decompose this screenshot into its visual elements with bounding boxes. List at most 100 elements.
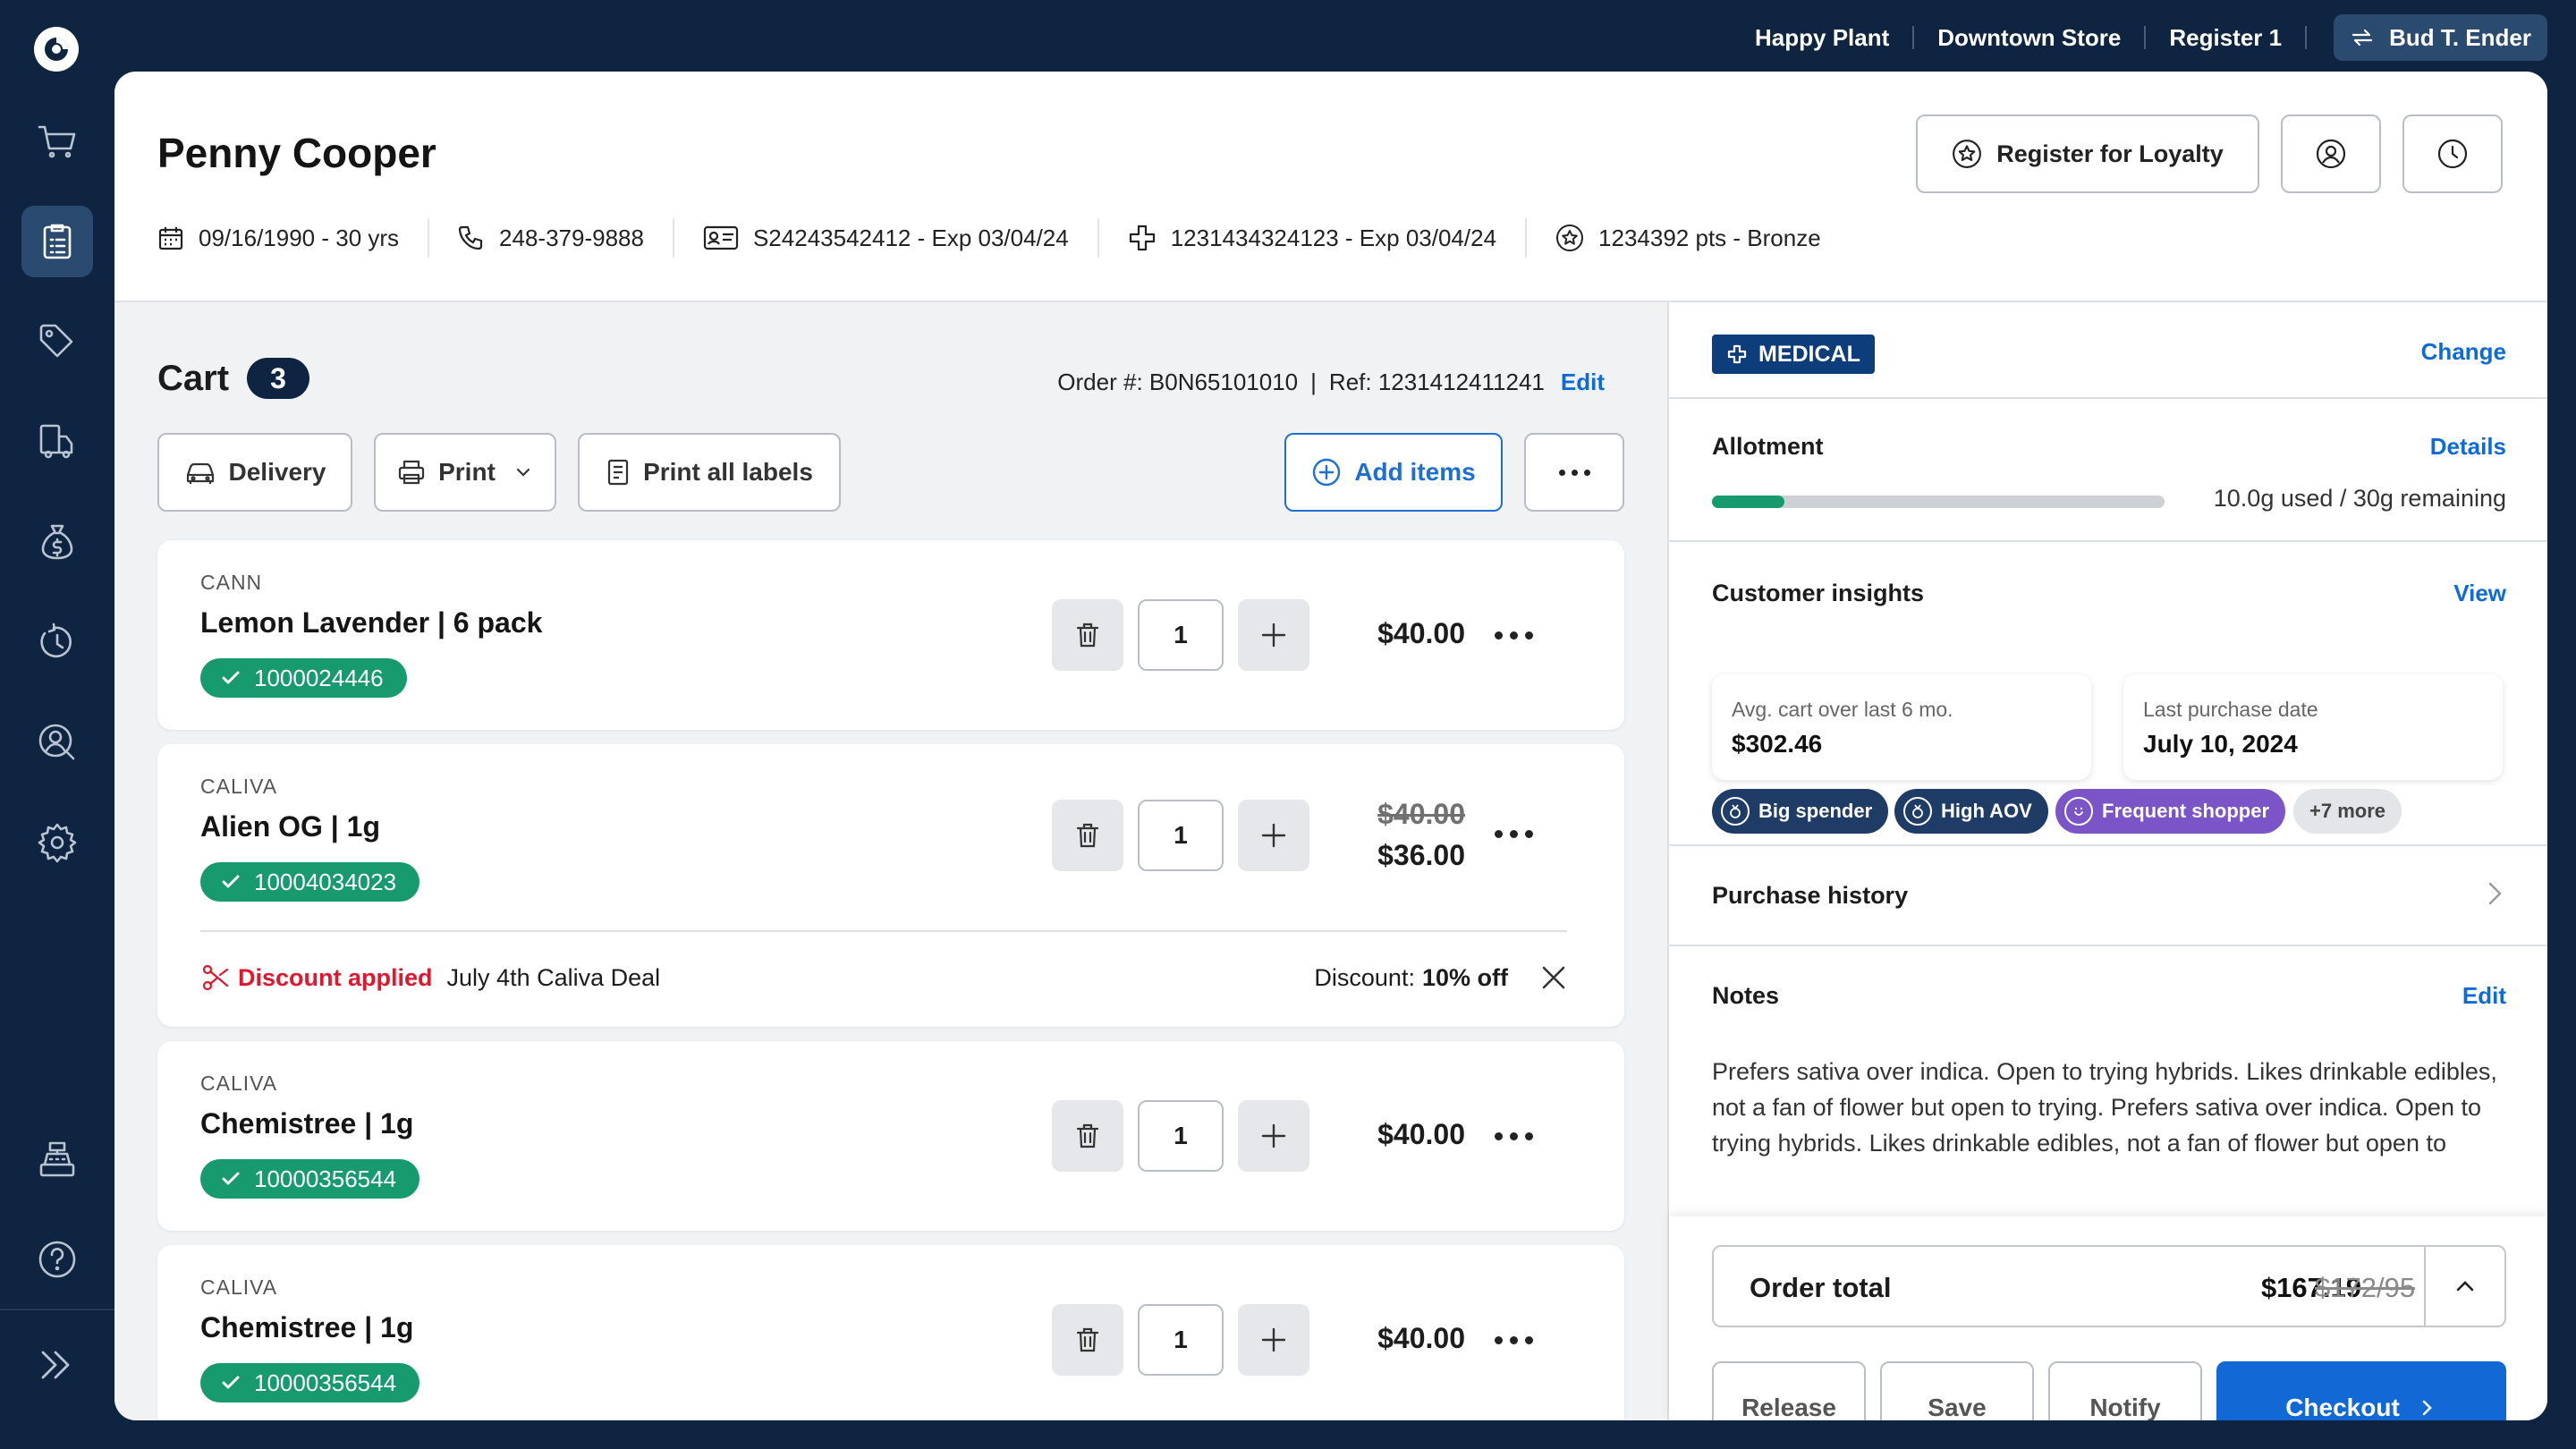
order-footer: Order total $167.19 $172/95 Release Save… bbox=[1669, 1216, 2547, 1420]
cart-item: CANN Lemon Lavender | 6 pack 1000024446 … bbox=[157, 540, 1624, 730]
cart-title: Cart bbox=[157, 358, 230, 398]
save-button[interactable]: Save bbox=[1880, 1361, 2034, 1420]
more-tags-button[interactable]: +7 more bbox=[2293, 789, 2402, 834]
last-purchase-label: Last purchase date bbox=[2143, 698, 2318, 721]
order-number: Order #: B0N65101010 bbox=[1057, 369, 1299, 395]
register-loyalty-label: Register for Loyalty bbox=[1996, 140, 2224, 167]
tag-frequent-shopper[interactable]: Frequent shopper bbox=[2055, 789, 2286, 834]
last-purchase-value: July 10, 2024 bbox=[2143, 730, 2298, 758]
company-name[interactable]: Happy Plant bbox=[1755, 24, 1889, 52]
remove-item-button[interactable] bbox=[1052, 1100, 1123, 1172]
increase-quantity-button[interactable] bbox=[1238, 800, 1309, 871]
quantity-input[interactable]: 1 bbox=[1138, 800, 1224, 871]
sidebar-item-help[interactable] bbox=[21, 1224, 93, 1295]
sidebar-item-delivery[interactable] bbox=[21, 406, 93, 478]
cart-header: Cart 3 bbox=[157, 358, 310, 399]
register-loyalty-button[interactable]: Register for Loyalty bbox=[1916, 114, 2259, 193]
more-horizontal-icon bbox=[1558, 469, 1590, 476]
phone-info[interactable]: 248-379-9888 bbox=[458, 225, 644, 252]
item-more-button[interactable] bbox=[1478, 1118, 1549, 1154]
sidebar-item-register[interactable] bbox=[21, 1123, 93, 1195]
remove-item-button[interactable] bbox=[1052, 1304, 1123, 1376]
check-icon bbox=[220, 1372, 242, 1394]
customer-profile-button[interactable] bbox=[2281, 114, 2381, 193]
sidebar-item-cart[interactable] bbox=[21, 106, 93, 177]
expand-total-button[interactable] bbox=[2424, 1247, 2504, 1326]
notify-button[interactable]: Notify bbox=[2048, 1361, 2202, 1420]
add-items-label: Add items bbox=[1354, 458, 1476, 486]
sidebar-item-orders[interactable] bbox=[21, 206, 93, 277]
item-sku-badge: 1000024446 bbox=[200, 658, 407, 698]
main-panel: Penny Cooper 09/16/1990 - 30 yrs 248-379… bbox=[114, 72, 2547, 1420]
tag-big-spender[interactable]: Big spender bbox=[1712, 789, 1889, 834]
insights-view-link[interactable]: View bbox=[2453, 580, 2506, 607]
chevron-right-icon bbox=[2416, 1397, 2437, 1419]
increase-quantity-button[interactable] bbox=[1238, 599, 1309, 671]
divider bbox=[428, 218, 430, 258]
tag-label: +7 more bbox=[2309, 800, 2385, 822]
separator: | bbox=[1310, 369, 1317, 395]
plus-icon bbox=[1258, 1325, 1289, 1355]
allotment-details-link[interactable]: Details bbox=[2430, 433, 2506, 461]
edit-notes-link[interactable]: Edit bbox=[2462, 982, 2506, 1010]
user-profile-icon bbox=[2315, 138, 2347, 170]
phone-icon bbox=[458, 225, 485, 251]
purchase-history-label: Purchase history bbox=[1712, 882, 1909, 909]
sidebar-item-settings[interactable] bbox=[21, 807, 93, 878]
phone-text: 248-379-9888 bbox=[499, 224, 644, 251]
chevron-down-icon bbox=[513, 462, 533, 482]
order-total-original: $172/95 bbox=[2315, 1272, 2416, 1303]
item-brand: CANN bbox=[200, 571, 263, 594]
item-more-button[interactable] bbox=[1478, 816, 1549, 852]
sidebar-item-finance[interactable] bbox=[21, 506, 93, 578]
item-price: $40.00 bbox=[1377, 617, 1465, 649]
store-name[interactable]: Downtown Store bbox=[1937, 24, 2121, 52]
increase-quantity-button[interactable] bbox=[1238, 1304, 1309, 1376]
item-more-button[interactable] bbox=[1478, 1322, 1549, 1358]
item-brand: CALIVA bbox=[200, 1072, 278, 1095]
expand-sidebar-button[interactable] bbox=[21, 1329, 93, 1401]
item-sku: 10000356544 bbox=[254, 1368, 397, 1396]
remove-item-button[interactable] bbox=[1052, 800, 1123, 871]
quantity-input[interactable]: 1 bbox=[1138, 599, 1224, 671]
increase-quantity-button[interactable] bbox=[1238, 1100, 1309, 1172]
purchase-history-row[interactable]: Purchase history bbox=[1669, 846, 2547, 946]
add-items-button[interactable]: Add items bbox=[1284, 433, 1503, 512]
more-options-button[interactable] bbox=[1524, 433, 1624, 512]
medical-cross-icon bbox=[1726, 343, 1748, 365]
customer-history-button[interactable] bbox=[2402, 114, 2503, 193]
register-name[interactable]: Register 1 bbox=[2169, 24, 2282, 52]
quantity-input[interactable]: 1 bbox=[1138, 1304, 1224, 1376]
quantity-input[interactable]: 1 bbox=[1138, 1100, 1224, 1172]
print-all-labels-button[interactable]: Print all labels bbox=[578, 433, 841, 512]
sidebar-item-customers[interactable] bbox=[21, 707, 93, 778]
sidebar-item-tags[interactable] bbox=[21, 306, 93, 377]
remove-item-button[interactable] bbox=[1052, 599, 1123, 671]
print-dropdown-button[interactable]: Print bbox=[374, 433, 556, 512]
customer-header: Penny Cooper 09/16/1990 - 30 yrs 248-379… bbox=[114, 72, 2547, 302]
loyalty-star-icon bbox=[1952, 139, 1982, 169]
switch-user-button[interactable]: Bud T. Ender bbox=[2334, 14, 2547, 61]
change-type-link[interactable]: Change bbox=[2421, 338, 2506, 366]
app-logo[interactable] bbox=[32, 25, 80, 73]
item-sku: 1000024446 bbox=[254, 664, 384, 691]
tag-high-aov[interactable]: High AOV bbox=[1894, 789, 2048, 834]
remove-discount-close-icon[interactable] bbox=[1540, 964, 1567, 991]
edit-order-link[interactable]: Edit bbox=[1561, 369, 1605, 396]
discount-amount-label: Discount: bbox=[1314, 963, 1415, 991]
car-icon bbox=[184, 459, 216, 486]
sidebar-item-history[interactable] bbox=[21, 606, 93, 678]
checkout-button[interactable]: Checkout bbox=[2216, 1361, 2506, 1420]
divider bbox=[2144, 26, 2147, 49]
release-button[interactable]: Release bbox=[1712, 1361, 1866, 1420]
item-sku: 10004034023 bbox=[254, 868, 397, 895]
item-more-button[interactable] bbox=[1478, 617, 1549, 653]
delivery-button[interactable]: Delivery bbox=[157, 433, 352, 512]
settings-gear-icon bbox=[36, 821, 79, 864]
tag-label: Big spender bbox=[1758, 800, 1873, 822]
checkout-label: Checkout bbox=[2285, 1394, 2400, 1420]
scissors-icon bbox=[200, 962, 231, 993]
item-original-price: $40.00 bbox=[1377, 798, 1465, 830]
dob-text: 09/16/1990 - 30 yrs bbox=[199, 224, 400, 251]
cart-item: CALIVA Chemistree | 1g 10000356544 1 $40… bbox=[157, 1245, 1624, 1420]
